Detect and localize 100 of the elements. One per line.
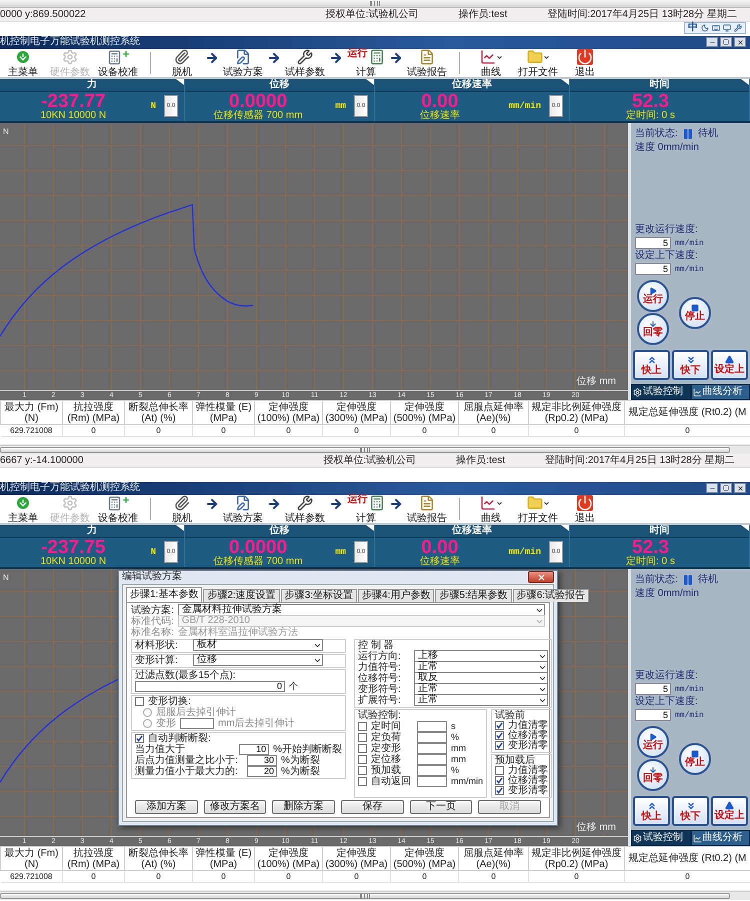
round-control-button[interactable]: 停止 — [679, 297, 711, 330]
round-control-button[interactable]: 停止 — [679, 743, 711, 776]
number-field[interactable]: 10 — [239, 744, 270, 755]
maximize-button[interactable] — [720, 483, 732, 494]
toolbar-button[interactable]: 主菜单 — [0, 48, 46, 77]
jog-button[interactable]: 快上 — [633, 796, 670, 826]
step-tab[interactable]: 步骤3:坐标设置 — [280, 588, 358, 602]
radio-button[interactable] — [143, 708, 152, 717]
toolbar-button[interactable]: 曲线 — [468, 494, 514, 523]
checkbox[interactable] — [358, 732, 367, 742]
radio-button[interactable] — [143, 718, 152, 728]
speed-field[interactable]: 5 — [635, 709, 671, 722]
toolbar-button[interactable]: 退出 — [562, 48, 608, 77]
toolbar-button[interactable]: 试样参数 — [281, 494, 329, 523]
dropdown-field[interactable]: 正常 — [414, 661, 548, 674]
toolbar-button[interactable]: 主菜单 — [0, 494, 46, 523]
jog-button[interactable]: 快下 — [672, 796, 709, 826]
horizontal-scrollbar[interactable] — [0, 445, 750, 454]
speed-field[interactable]: 5 — [635, 237, 671, 250]
number-field[interactable] — [417, 742, 447, 754]
checkbox[interactable] — [495, 731, 504, 740]
round-control-button[interactable]: 运行 — [637, 726, 669, 758]
window-title: 机控制电子万能试验机测控系统 — [0, 482, 140, 494]
checkbox[interactable] — [495, 786, 504, 796]
panel-tab[interactable]: 试验控制 — [631, 830, 690, 846]
number-field[interactable]: 30 — [247, 754, 277, 766]
toolbar-button[interactable]: 打开文件 — [514, 48, 562, 77]
checkbox[interactable] — [495, 766, 504, 776]
checkbox[interactable] — [495, 741, 504, 750]
panel-tab[interactable]: 曲线分析 — [690, 384, 750, 400]
horizontal-scrollbar[interactable] — [0, 891, 750, 900]
toolbar-button[interactable]: 脱机 — [159, 494, 205, 523]
round-control-button[interactable]: 运行 — [637, 280, 669, 312]
minimize-button[interactable] — [706, 483, 718, 494]
toolbar-button[interactable]: 试样参数 — [281, 48, 329, 77]
readout-label: 力 — [87, 524, 97, 537]
toolbar-button[interactable]: 设备校准 — [94, 494, 142, 523]
speed-field[interactable]: 5 — [635, 683, 671, 696]
panel-tab[interactable]: 试验控制 — [631, 384, 690, 400]
checkbox[interactable] — [358, 754, 367, 764]
calculator-icon — [368, 494, 384, 512]
dropdown-field[interactable]: 板材 — [193, 639, 323, 652]
checkbox[interactable] — [495, 776, 504, 786]
checkbox[interactable] — [358, 776, 367, 786]
number-field[interactable] — [180, 718, 214, 729]
toolbar-button[interactable]: 试验方案 — [219, 48, 267, 77]
toolbar-button[interactable]: 退出 — [562, 494, 608, 523]
close-button[interactable] — [734, 37, 746, 48]
step-tab[interactable]: 步骤1:基本参数 — [126, 586, 202, 602]
dropdown-field[interactable]: 正常 — [414, 683, 548, 696]
toolbar-button[interactable]: 试验报告 — [403, 494, 451, 523]
step-tab[interactable]: 步骤2:速度设置 — [203, 588, 280, 602]
dropdown-field[interactable]: 位移 — [193, 654, 323, 666]
toolbar-button[interactable]: 设备校准 — [94, 48, 142, 77]
close-button[interactable] — [528, 571, 554, 584]
number-field[interactable]: 20 — [247, 766, 277, 777]
number-field[interactable]: 0 — [135, 680, 285, 692]
jog-button[interactable]: 快上 — [633, 350, 670, 380]
minimize-button[interactable] — [706, 37, 718, 48]
close-button[interactable] — [734, 483, 746, 494]
toolbar-button[interactable]: 脱机 — [159, 48, 205, 77]
toolbar-button[interactable]: 打开文件 — [514, 494, 562, 523]
maximize-button[interactable] — [720, 37, 732, 48]
number-field[interactable] — [417, 764, 447, 776]
checkbox[interactable] — [358, 744, 367, 753]
step-tab[interactable]: 步骤5:结果参数 — [435, 588, 512, 602]
toolbar-button[interactable]: 试验报告 — [403, 48, 451, 77]
jog-button[interactable]: 设定上 — [711, 350, 748, 380]
dropdown-field[interactable]: 正常 — [414, 694, 548, 706]
step-tab[interactable]: 步骤4:用户参数 — [358, 588, 434, 602]
checkbox-label: 定位移 — [371, 754, 402, 765]
number-field[interactable] — [417, 776, 447, 787]
dialog-button[interactable]: 删除方案 — [272, 800, 336, 814]
dialog-button[interactable]: 添加方案 — [135, 800, 198, 814]
number-field[interactable] — [417, 754, 447, 765]
number-field[interactable] — [417, 720, 447, 732]
toolbar-button[interactable]: 试验方案 — [219, 494, 267, 523]
dialog-button[interactable]: 下一页 — [410, 800, 472, 814]
toolbar-button[interactable]: 运行 计算 — [343, 494, 389, 523]
panel-tab[interactable]: 曲线分析 — [690, 830, 750, 846]
round-control-button[interactable]: 回零 — [637, 759, 669, 792]
round-control-button[interactable]: 回零 — [637, 313, 669, 346]
speed-field[interactable]: 5 — [635, 263, 671, 276]
checkbox[interactable] — [495, 721, 504, 730]
dialog-button[interactable]: 保存 — [341, 800, 404, 814]
checkbox[interactable] — [135, 734, 144, 743]
jog-button[interactable]: 快下 — [672, 350, 709, 380]
ime-toolbar[interactable]: 中 — [684, 22, 746, 34]
dialog-button[interactable]: 修改方案名 — [204, 800, 266, 814]
checkbox[interactable] — [135, 696, 144, 706]
number-field[interactable] — [417, 732, 447, 743]
checkbox[interactable] — [358, 766, 367, 775]
toolbar-button[interactable]: 曲线 — [468, 48, 514, 77]
step-tab[interactable]: 步骤6:试验报告 — [512, 588, 590, 602]
dropdown-field[interactable]: 金属材料拉伸试验方案 — [178, 604, 545, 616]
toolbar-button[interactable]: 运行 计算 — [343, 48, 389, 77]
jog-button[interactable]: 设定上 — [711, 796, 748, 826]
dropdown-field[interactable]: 上移 — [414, 650, 548, 662]
dropdown-field[interactable]: 取反 — [414, 672, 548, 684]
checkbox[interactable] — [358, 722, 367, 731]
